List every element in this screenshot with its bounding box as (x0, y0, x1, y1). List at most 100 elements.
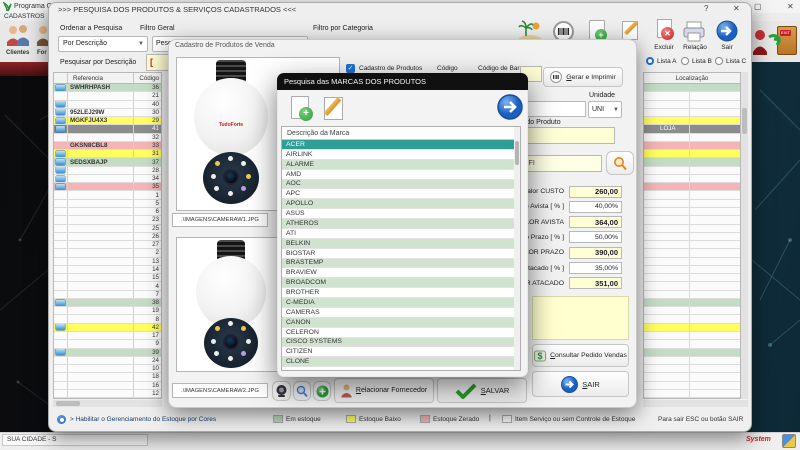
table-row[interactable]: 14 (54, 266, 161, 274)
window-close-button[interactable]: ✕ (733, 4, 740, 13)
location-table-hscrollbar[interactable] (643, 400, 748, 407)
location-row[interactable] (644, 324, 740, 332)
table-row[interactable]: 9 (54, 340, 161, 348)
location-row[interactable] (644, 315, 740, 323)
table-row[interactable]: 31 (54, 150, 161, 158)
brand-list-item[interactable]: APC (282, 189, 514, 199)
table-row[interactable]: 32 (54, 134, 161, 142)
table-row[interactable]: 16 (54, 382, 161, 390)
column-header-reference[interactable]: Referencia (68, 73, 134, 83)
order-select[interactable]: Por Descrição ▼ (58, 36, 148, 52)
menu-cadastros[interactable]: CADASTROS (4, 13, 44, 20)
location-row[interactable] (644, 200, 740, 208)
unit-select[interactable]: UNI ▼ (588, 101, 622, 118)
location-row[interactable] (644, 282, 740, 290)
brand-list-item[interactable]: AMD (282, 170, 514, 180)
brand-list-item[interactable]: APOLLO (282, 199, 514, 209)
table-row[interactable]: 27 (54, 241, 161, 249)
location-row[interactable] (644, 216, 740, 224)
brand-list-item[interactable]: BIOSTAR (282, 249, 514, 259)
table-row[interactable]: MGKFJU4X329 (54, 117, 161, 125)
table-row[interactable]: GKSN8CBL833 (54, 142, 161, 150)
location-row[interactable] (644, 258, 740, 266)
table-row[interactable]: 12 (54, 390, 161, 398)
location-table-vscrollbar[interactable] (741, 72, 748, 399)
location-row[interactable] (644, 175, 740, 183)
help-button[interactable]: ? (704, 4, 708, 13)
location-row[interactable] (644, 307, 740, 315)
brand-list-item[interactable]: CAMERAS (282, 308, 514, 318)
table-row[interactable]: 35 (54, 183, 161, 191)
table-row[interactable]: SWHRHPASH36 (54, 84, 161, 92)
brand-edit-button[interactable] (320, 95, 346, 122)
brand-list-item[interactable]: BROADCOM (282, 278, 514, 288)
notes-box[interactable] (532, 296, 629, 340)
location-row[interactable] (644, 349, 740, 357)
brand-list-item[interactable]: ALARME (282, 160, 514, 170)
exit-door-icon[interactable]: EXIT (768, 25, 797, 56)
list-radio-1[interactable]: Lista A (646, 57, 677, 65)
delete-button[interactable]: ✕ Excluir (650, 19, 678, 53)
brand-list-item[interactable]: AOC (282, 180, 514, 190)
user-icon[interactable] (752, 28, 767, 56)
report-button[interactable]: Relação (681, 19, 709, 53)
table-row[interactable]: 13 (54, 258, 161, 266)
exit-search-button[interactable]: Sair (713, 19, 741, 53)
location-row[interactable] (644, 332, 740, 340)
clients-icon[interactable] (5, 24, 32, 49)
price-value[interactable]: 50,00% (569, 231, 622, 243)
brand-dialog-next-button[interactable] (497, 94, 523, 120)
table-row[interactable]: 18 (54, 373, 161, 381)
table-row[interactable]: 15 (54, 274, 161, 282)
location-row[interactable] (644, 291, 740, 299)
price-value[interactable]: 364,00 (569, 216, 622, 228)
location-row[interactable] (644, 158, 740, 166)
app-close-button[interactable]: ✕ (787, 2, 794, 11)
table-row[interactable]: 41 (54, 125, 161, 133)
table-row[interactable]: SEDSXBAJP37 (54, 158, 161, 166)
table-row[interactable]: 8 (54, 315, 161, 323)
photo-zoom-button[interactable] (293, 381, 311, 401)
price-value[interactable]: 40,00% (569, 201, 622, 213)
products-checkbox[interactable]: ✓ (346, 64, 355, 73)
brand-list-item[interactable]: ATI (282, 229, 514, 239)
location-row[interactable] (644, 134, 740, 142)
location-row[interactable] (644, 299, 740, 307)
location-row[interactable] (644, 84, 740, 92)
location-row[interactable] (644, 150, 740, 158)
location-row[interactable] (644, 191, 740, 199)
brand-list-item[interactable]: AIRLINK (282, 150, 514, 160)
table-row[interactable]: 6 (54, 208, 161, 216)
location-row[interactable] (644, 249, 740, 257)
location-row[interactable] (644, 373, 740, 381)
table-row[interactable]: 7 (54, 291, 161, 299)
location-row[interactable] (644, 167, 740, 175)
location-row[interactable] (644, 183, 740, 191)
location-row[interactable] (644, 208, 740, 216)
brand-add-button[interactable]: + (288, 95, 314, 122)
location-row[interactable] (644, 92, 740, 100)
table-row[interactable]: 4 (54, 282, 161, 290)
table-row[interactable]: 39 (54, 349, 161, 357)
brand-list-item[interactable]: CANON (282, 318, 514, 328)
location-row[interactable] (644, 225, 740, 233)
list-radio-2[interactable]: Lista B (681, 57, 712, 65)
generate-print-button[interactable]: Gerar e Imprimir (543, 67, 623, 87)
product-exit-button[interactable]: SAIR (532, 371, 629, 397)
location-row[interactable] (644, 357, 740, 365)
table-row[interactable]: 1 (54, 191, 161, 199)
brand-list-item[interactable]: CELERON (282, 328, 514, 338)
brand-list-item[interactable]: BROTHER (282, 288, 514, 298)
save-button[interactable]: SALVAR (437, 378, 527, 403)
table-row[interactable]: 19 (54, 307, 161, 315)
price-value[interactable]: 260,00 (569, 186, 622, 198)
table-row[interactable]: 38 (54, 299, 161, 307)
location-row[interactable] (644, 274, 740, 282)
table-row[interactable]: 17 (54, 332, 161, 340)
sales-orders-button[interactable]: $ Consultar Pedido Vendas (532, 344, 629, 367)
price-value[interactable]: 351,00 (569, 277, 622, 289)
table-row[interactable]: 23 (54, 216, 161, 224)
category-search-button[interactable] (606, 151, 634, 175)
price-value[interactable]: 35,00% (569, 262, 622, 274)
table-row[interactable]: 28 (54, 167, 161, 175)
